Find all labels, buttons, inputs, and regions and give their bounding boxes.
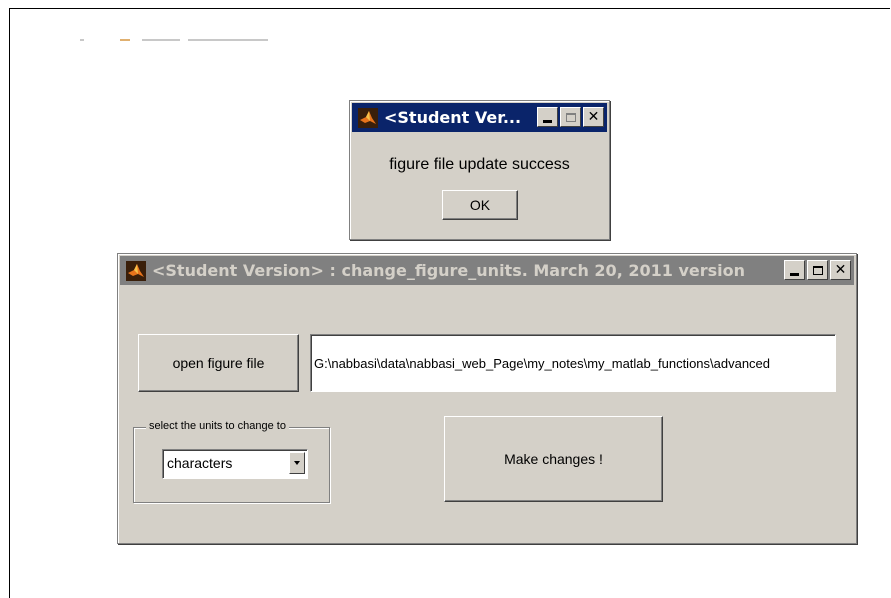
units-dropdown-button[interactable] bbox=[289, 452, 305, 474]
main-window-titlebar[interactable]: <Student Version> : change_figure_units.… bbox=[120, 256, 854, 285]
maximize-icon bbox=[565, 112, 576, 122]
main-window: <Student Version> : change_figure_units.… bbox=[117, 253, 857, 544]
matlab-logo-icon bbox=[126, 260, 146, 281]
background-fragment bbox=[80, 39, 270, 47]
message-dialog-titlebar[interactable]: <Student Ver... ✕ bbox=[352, 103, 607, 132]
ok-label: OK bbox=[469, 197, 491, 213]
message-dialog: <Student Ver... ✕ figure file update suc… bbox=[349, 100, 610, 240]
open-figure-file-label: open figure file bbox=[172, 355, 265, 371]
file-path-text: G:\nabbasi\data\nabbasi_web_Page\my_note… bbox=[314, 355, 771, 371]
message-text: figure file update success bbox=[389, 156, 570, 173]
minimize-icon bbox=[543, 119, 552, 123]
maximize-button bbox=[560, 107, 581, 127]
minimize-button[interactable] bbox=[537, 107, 558, 127]
close-button[interactable]: ✕ bbox=[830, 260, 851, 280]
minimize-button[interactable] bbox=[784, 260, 805, 280]
make-changes-label: Make changes ! bbox=[504, 451, 603, 467]
close-button[interactable]: ✕ bbox=[583, 107, 604, 127]
main-window-title: <Student Version> : change_figure_units.… bbox=[152, 261, 745, 280]
maximize-icon bbox=[812, 265, 823, 275]
chevron-down-icon bbox=[294, 461, 300, 465]
ok-button[interactable]: OK bbox=[442, 190, 518, 220]
message-dialog-title: <Student Ver... bbox=[384, 108, 522, 127]
units-selected-value: characters bbox=[167, 455, 233, 471]
close-icon: ✕ bbox=[587, 109, 600, 125]
open-figure-file-button[interactable]: open figure file bbox=[138, 334, 299, 392]
maximize-button[interactable] bbox=[807, 260, 828, 280]
close-icon: ✕ bbox=[834, 262, 847, 278]
matlab-logo-icon bbox=[358, 107, 378, 128]
units-group-label: select the units to change to bbox=[146, 420, 289, 432]
make-changes-button[interactable]: Make changes ! bbox=[444, 416, 663, 502]
units-select[interactable]: characters bbox=[162, 449, 308, 479]
minimize-icon bbox=[790, 272, 799, 276]
units-group: select the units to change to characters bbox=[133, 420, 330, 503]
file-path-field[interactable]: G:\nabbasi\data\nabbasi_web_Page\my_note… bbox=[310, 334, 836, 392]
